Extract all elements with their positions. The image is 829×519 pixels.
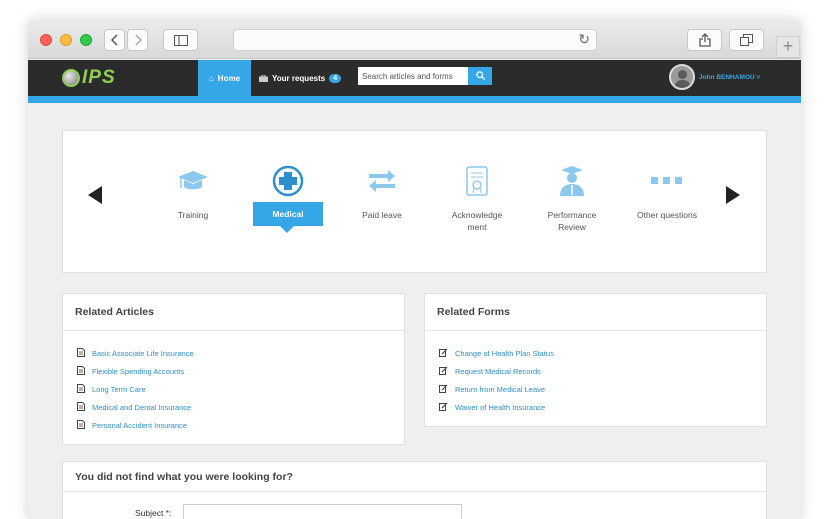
nav-requests-label: Your requests [272,73,326,83]
subject-label: Subject *: [135,508,172,518]
briefcase-icon [259,74,268,82]
tabs-icon [740,34,753,46]
category-carousel: Training Medical Paid leave Acknowledge … [62,130,767,273]
link-text[interactable]: Long Term Care [92,385,146,394]
chevron-left-icon [110,34,118,46]
nav-home-label: Home [217,73,241,83]
related-articles-list: Basic Associate Life Insurance Flexible S… [63,331,404,434]
category-label: Medical [253,202,323,233]
exchange-arrows-icon [347,163,417,199]
link-row[interactable]: Medical and Dental Insurance [63,398,404,416]
edit-form-icon [439,398,448,416]
chevron-right-icon [134,34,142,46]
link-text[interactable]: Waiver of Health Insurance [455,403,545,412]
minimize-window-button[interactable] [60,34,72,46]
document-icon [77,398,85,416]
not-found-title: You did not find what you were looking f… [63,462,766,492]
document-icon [77,416,85,434]
category-training[interactable]: Training [158,163,228,221]
link-text[interactable]: Return from Medical Leave [455,385,545,394]
sidebar-icon [173,35,188,46]
more-dots-icon [632,163,702,199]
category-paid-leave[interactable]: Paid leave [347,163,417,221]
share-icon [698,33,711,47]
search-input[interactable] [358,67,468,85]
link-row[interactable]: Change of Health Plan Status [425,344,766,362]
link-row[interactable]: Flexible Spending Accounts [63,362,404,380]
address-bar[interactable]: ↻ [233,29,597,51]
browser-window: ↻ IPS ⌂ Home Your requests 4 John BEN [28,20,801,519]
forward-button[interactable] [127,29,148,51]
home-icon: ⌂ [208,73,214,83]
close-window-button[interactable] [40,34,52,46]
ips-logo[interactable]: IPS [62,67,116,89]
search-button[interactable] [468,67,492,85]
related-articles-title: Related Articles [63,294,404,331]
category-label: Paid leave [362,210,402,220]
requests-count-badge: 4 [329,73,342,83]
graduation-cap-icon [158,163,228,199]
category-label: Performance Review [547,210,597,232]
user-menu[interactable]: John BENHAMOU ˅ [669,64,760,90]
document-icon [77,362,85,380]
user-name: John BENHAMOU ˅ [699,73,761,81]
tabs-button[interactable] [729,29,764,51]
new-tab-button[interactable]: + [776,36,800,58]
link-text[interactable]: Change of Health Plan Status [455,349,554,358]
related-forms-title: Related Forms [425,294,766,331]
link-text[interactable]: Personal Accident Insurance [92,421,187,430]
category-label: Training [177,210,209,220]
category-other-questions[interactable]: Other questions [632,163,702,221]
category-label: Other questions [636,210,697,220]
link-text[interactable]: Request Medical Records [455,367,541,376]
link-row[interactable]: Request Medical Records [425,362,766,380]
link-row[interactable]: Waiver of Health Insurance [425,398,766,416]
link-row[interactable]: Return from Medical Leave [425,380,766,398]
related-forms-list: Change of Health Plan Status Request Medi… [425,331,766,416]
document-icon [77,344,85,362]
not-found-panel: You did not find what you were looking f… [62,461,767,519]
nav-home[interactable]: ⌂ Home [198,60,251,96]
back-button[interactable] [104,29,125,51]
edit-form-icon [439,362,448,380]
nav-your-requests[interactable]: Your requests 4 [259,60,342,96]
link-row[interactable]: Personal Accident Insurance [63,416,404,434]
search-icon [475,71,485,80]
share-button[interactable] [687,29,722,51]
logo-text: IPS [82,67,116,88]
app-navbar: IPS ⌂ Home Your requests 4 John BENHAMOU… [28,60,801,96]
certificate-icon [442,163,512,199]
category-acknowledgement[interactable]: Acknowledge ment [442,163,512,233]
maximize-window-button[interactable] [80,34,92,46]
link-row[interactable]: Basic Associate Life Insurance [63,344,404,362]
graduate-person-icon [537,163,607,199]
link-text[interactable]: Basic Associate Life Insurance [92,349,194,358]
document-icon [77,380,85,398]
logo-ball-icon [62,69,80,87]
category-medical[interactable]: Medical [253,163,323,233]
sidebar-button[interactable] [163,29,198,51]
link-row[interactable]: Long Term Care [63,380,404,398]
subject-input[interactable] [183,504,462,519]
related-forms-panel: Related Forms Change of Health Plan Stat… [424,293,767,427]
related-articles-panel: Related Articles Basic Associate Life In… [62,293,405,445]
carousel-next-arrow[interactable] [726,186,740,204]
accent-bar [28,96,801,103]
category-label: Acknowledge ment [451,210,503,232]
medical-cross-icon [253,163,323,199]
reload-icon[interactable]: ↻ [578,31,590,48]
link-text[interactable]: Flexible Spending Accounts [92,367,184,376]
edit-form-icon [439,344,448,362]
avatar [669,64,695,90]
link-text[interactable]: Medical and Dental Insurance [92,403,191,412]
browser-toolbar: ↻ [28,20,801,59]
carousel-prev-arrow[interactable] [88,186,102,204]
category-performance-review[interactable]: Performance Review [537,163,607,233]
edit-form-icon [439,380,448,398]
